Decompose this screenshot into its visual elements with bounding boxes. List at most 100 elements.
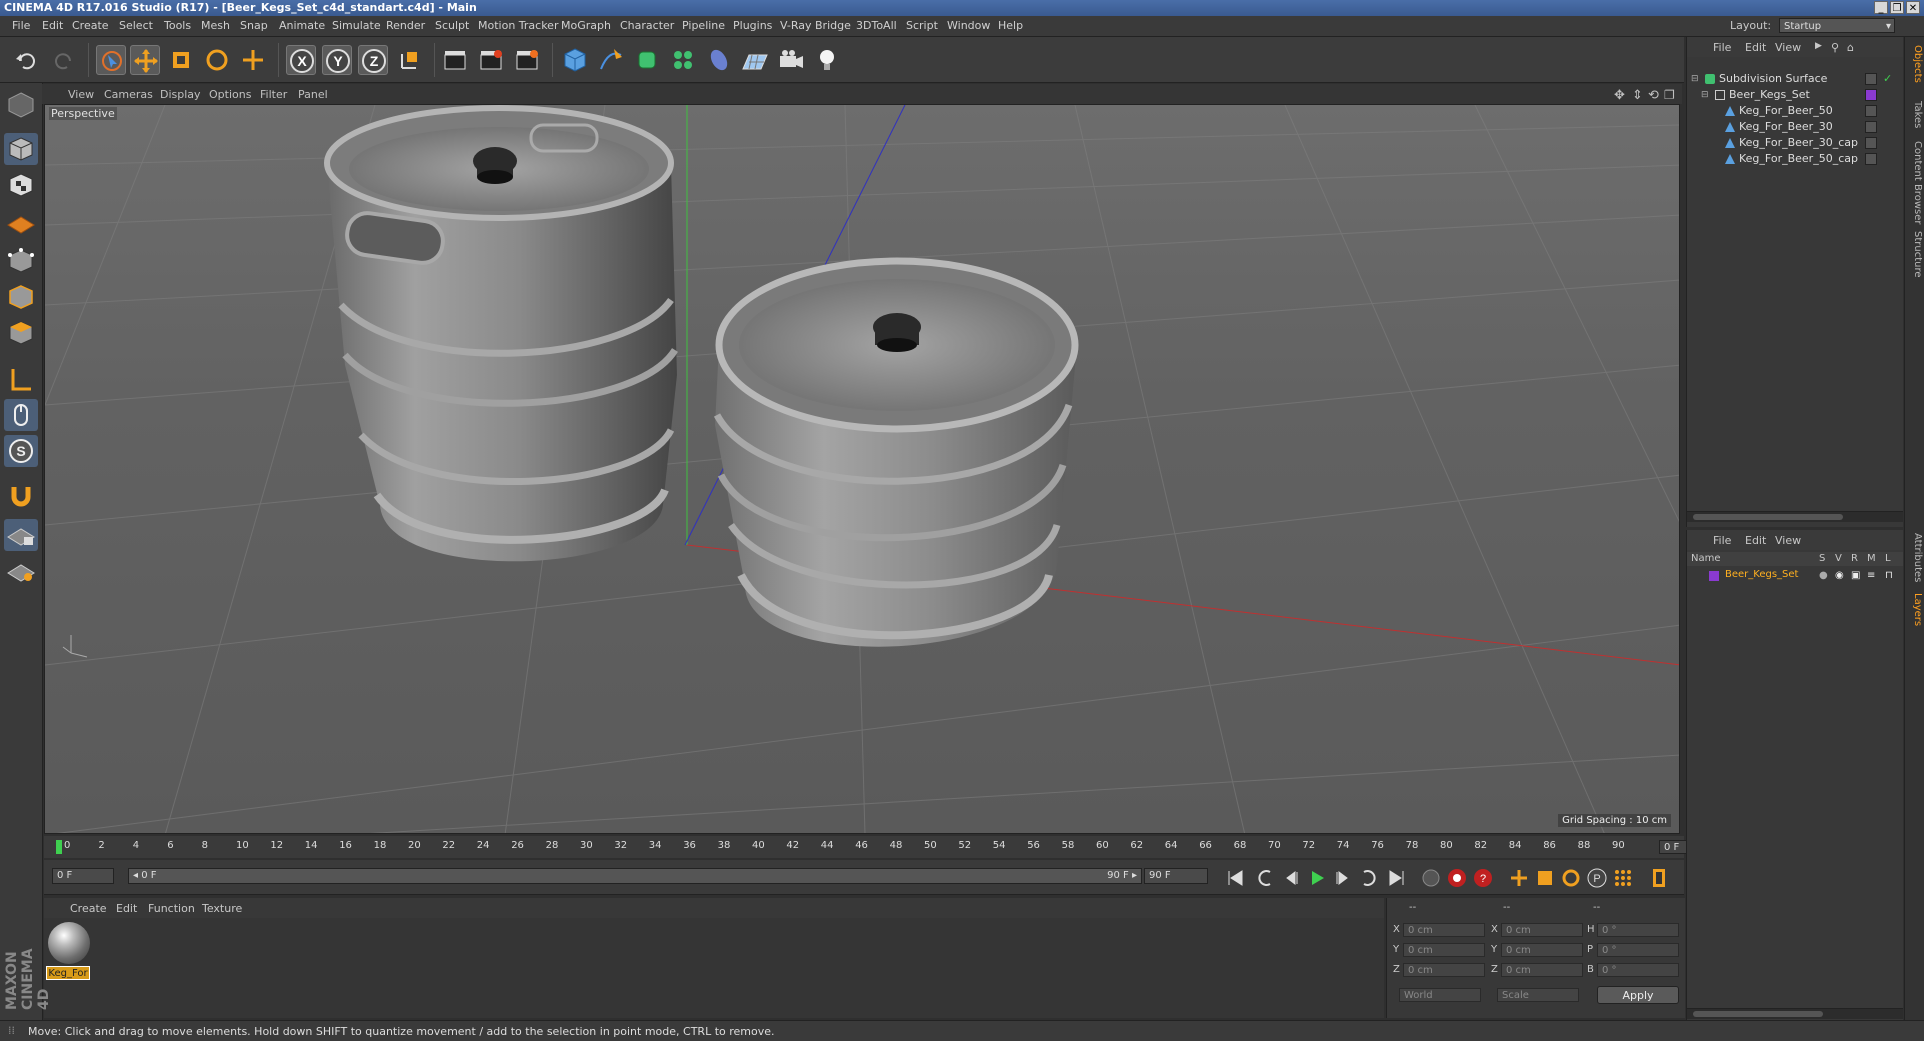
lock-workplane-button[interactable] [4, 519, 38, 551]
rotate-view-icon[interactable]: ⟲ [1648, 88, 1659, 103]
playhead-marker[interactable] [56, 840, 62, 854]
add-floor-button[interactable] [740, 45, 770, 75]
material-swatch[interactable]: Keg_For [44, 918, 94, 982]
menu-snap[interactable]: Snap [240, 19, 268, 32]
auto-key-button[interactable]: ? [1472, 867, 1494, 889]
play-button[interactable] [1306, 867, 1328, 889]
tab-structure[interactable]: Structure [1907, 231, 1923, 278]
size-mode-select[interactable]: Scale [1497, 988, 1579, 1002]
menu-render[interactable]: Render [386, 19, 425, 32]
size-z-field[interactable]: 0 cm [1501, 963, 1583, 977]
material-menu-create[interactable]: Create [70, 902, 107, 915]
manager-icon[interactable]: ≡ [1867, 570, 1875, 581]
eye-icon[interactable]: ◉ [1835, 570, 1844, 581]
render-picture-viewer-button[interactable] [476, 45, 506, 75]
next-frame-button[interactable] [1332, 867, 1354, 889]
polygons-mode-button[interactable] [4, 317, 38, 349]
render-icon[interactable]: ▣ [1851, 570, 1860, 581]
3d-viewport[interactable]: Perspective Grid Spacing : 10 cm [44, 104, 1680, 834]
points-mode-button[interactable] [4, 245, 38, 277]
menu-pipeline[interactable]: Pipeline [682, 19, 725, 32]
pan-view-icon[interactable]: ✥ [1614, 88, 1625, 103]
menu-edit[interactable]: Edit [42, 19, 63, 32]
render-settings-button[interactable] [512, 45, 542, 75]
check-icon[interactable]: ✓ [1883, 71, 1892, 87]
render-view-button[interactable] [440, 45, 470, 75]
live-selection-button[interactable] [96, 45, 126, 75]
material-menu-edit[interactable]: Edit [116, 902, 137, 915]
visibility-toggle[interactable] [1865, 137, 1877, 149]
apply-button[interactable]: Apply [1597, 986, 1679, 1004]
viewport-menu-options[interactable]: Options [209, 88, 251, 101]
layer-color-swatch[interactable] [1709, 571, 1719, 581]
lock-icon[interactable]: ⊓ [1885, 570, 1893, 581]
timeline-ruler[interactable]: 0 2 4 6 8 10 12 14 16 18 20 22 24 26 28 30 32 34 36 38 40 42 4… [44, 836, 1725, 858]
position-x-field[interactable]: 0 cm [1403, 923, 1485, 937]
make-editable-button[interactable] [4, 89, 38, 121]
dolly-view-icon[interactable]: ⇕ [1632, 88, 1643, 103]
object-manager-scrollbar[interactable] [1687, 511, 1903, 522]
coordinate-system-button[interactable] [394, 45, 424, 75]
menu-simulate[interactable]: Simulate [332, 19, 381, 32]
key-rotation-button[interactable] [1560, 867, 1582, 889]
scrollbar-thumb[interactable] [1693, 1011, 1823, 1017]
maximize-view-icon[interactable]: ❐ [1664, 88, 1675, 102]
tweak-mode-button[interactable] [4, 399, 38, 431]
key-position-button[interactable] [1508, 867, 1530, 889]
tab-layers[interactable]: Layers [1907, 593, 1923, 626]
maximize-button[interactable]: ❐ [1890, 1, 1904, 14]
minimize-button[interactable]: _ [1874, 1, 1888, 14]
viewport-menu-cameras[interactable]: Cameras [104, 88, 153, 101]
add-deformer-button[interactable] [704, 45, 734, 75]
layer-menu-file[interactable]: File [1713, 534, 1731, 547]
tree-item-beer-kegs-set[interactable]: ⊟ Beer_Kegs_Set [1687, 87, 1903, 103]
menu-window[interactable]: Window [947, 19, 990, 32]
prev-frame-button[interactable] [1280, 867, 1302, 889]
workplane-mode-button[interactable] [4, 205, 38, 237]
add-camera-button[interactable] [776, 45, 806, 75]
end-frame-field[interactable]: 90 F [1144, 868, 1208, 884]
menu-create[interactable]: Create [72, 19, 109, 32]
viewport-menu-filter[interactable]: Filter [260, 88, 287, 101]
close-button[interactable]: ✕ [1906, 1, 1920, 14]
material-menu-texture[interactable]: Texture [202, 902, 242, 915]
menu-tools[interactable]: Tools [164, 19, 191, 32]
magnet-button[interactable] [4, 479, 38, 511]
tree-item-keg-for-beer-50[interactable]: Keg_For_Beer_50 [1687, 103, 1903, 119]
menu-script[interactable]: Script [906, 19, 938, 32]
layer-menu-view[interactable]: View [1775, 534, 1801, 547]
texture-mode-button[interactable] [4, 169, 38, 201]
add-cube-button[interactable] [560, 45, 590, 75]
object-menu-edit[interactable]: Edit [1745, 41, 1766, 54]
arrow-right-icon[interactable]: ▶ [1815, 41, 1822, 51]
record-button[interactable] [1446, 867, 1468, 889]
tree-item-keg-for-beer-30[interactable]: Keg_For_Beer_30 [1687, 119, 1903, 135]
material-menu-function[interactable]: Function [148, 902, 195, 915]
position-y-field[interactable]: 0 cm [1403, 943, 1485, 957]
prev-key-button[interactable] [1254, 867, 1276, 889]
collapse-icon[interactable]: ⊟ [1701, 87, 1709, 103]
menu-help[interactable]: Help [998, 19, 1023, 32]
key-parameter-button[interactable]: P [1586, 867, 1608, 889]
layout-select[interactable]: Startup ▾ [1779, 18, 1895, 33]
rotation-h-field[interactable]: 0 ° [1597, 923, 1679, 937]
visibility-toggle[interactable] [1865, 73, 1877, 85]
undo-button[interactable] [12, 45, 42, 75]
tab-attributes[interactable]: Attributes [1907, 533, 1923, 582]
menu-plugins[interactable]: Plugins [733, 19, 772, 32]
goto-end-button[interactable] [1386, 867, 1408, 889]
tree-item-subdivision-surface[interactable]: ⊟ Subdivision Surface ✓ [1687, 71, 1903, 87]
axis-z-button[interactable]: Z [358, 45, 388, 75]
size-x-field[interactable]: 0 cm [1501, 923, 1583, 937]
layer-manager-scrollbar[interactable] [1687, 1008, 1903, 1019]
record-keys-button[interactable] [1420, 867, 1442, 889]
tree-item-keg-for-beer-50-cap[interactable]: Keg_For_Beer_50_cap [1687, 151, 1903, 167]
rotation-p-field[interactable]: 0 ° [1597, 943, 1679, 957]
coordinate-mode-select[interactable]: World [1399, 988, 1481, 1002]
visibility-toggle[interactable] [1865, 153, 1877, 165]
axis-x-button[interactable]: X [286, 45, 316, 75]
menu-motion-tracker[interactable]: Motion Tracker [478, 19, 558, 32]
add-light-button[interactable] [812, 45, 842, 75]
key-pla-button[interactable] [1612, 867, 1634, 889]
key-scale-button[interactable] [1534, 867, 1556, 889]
